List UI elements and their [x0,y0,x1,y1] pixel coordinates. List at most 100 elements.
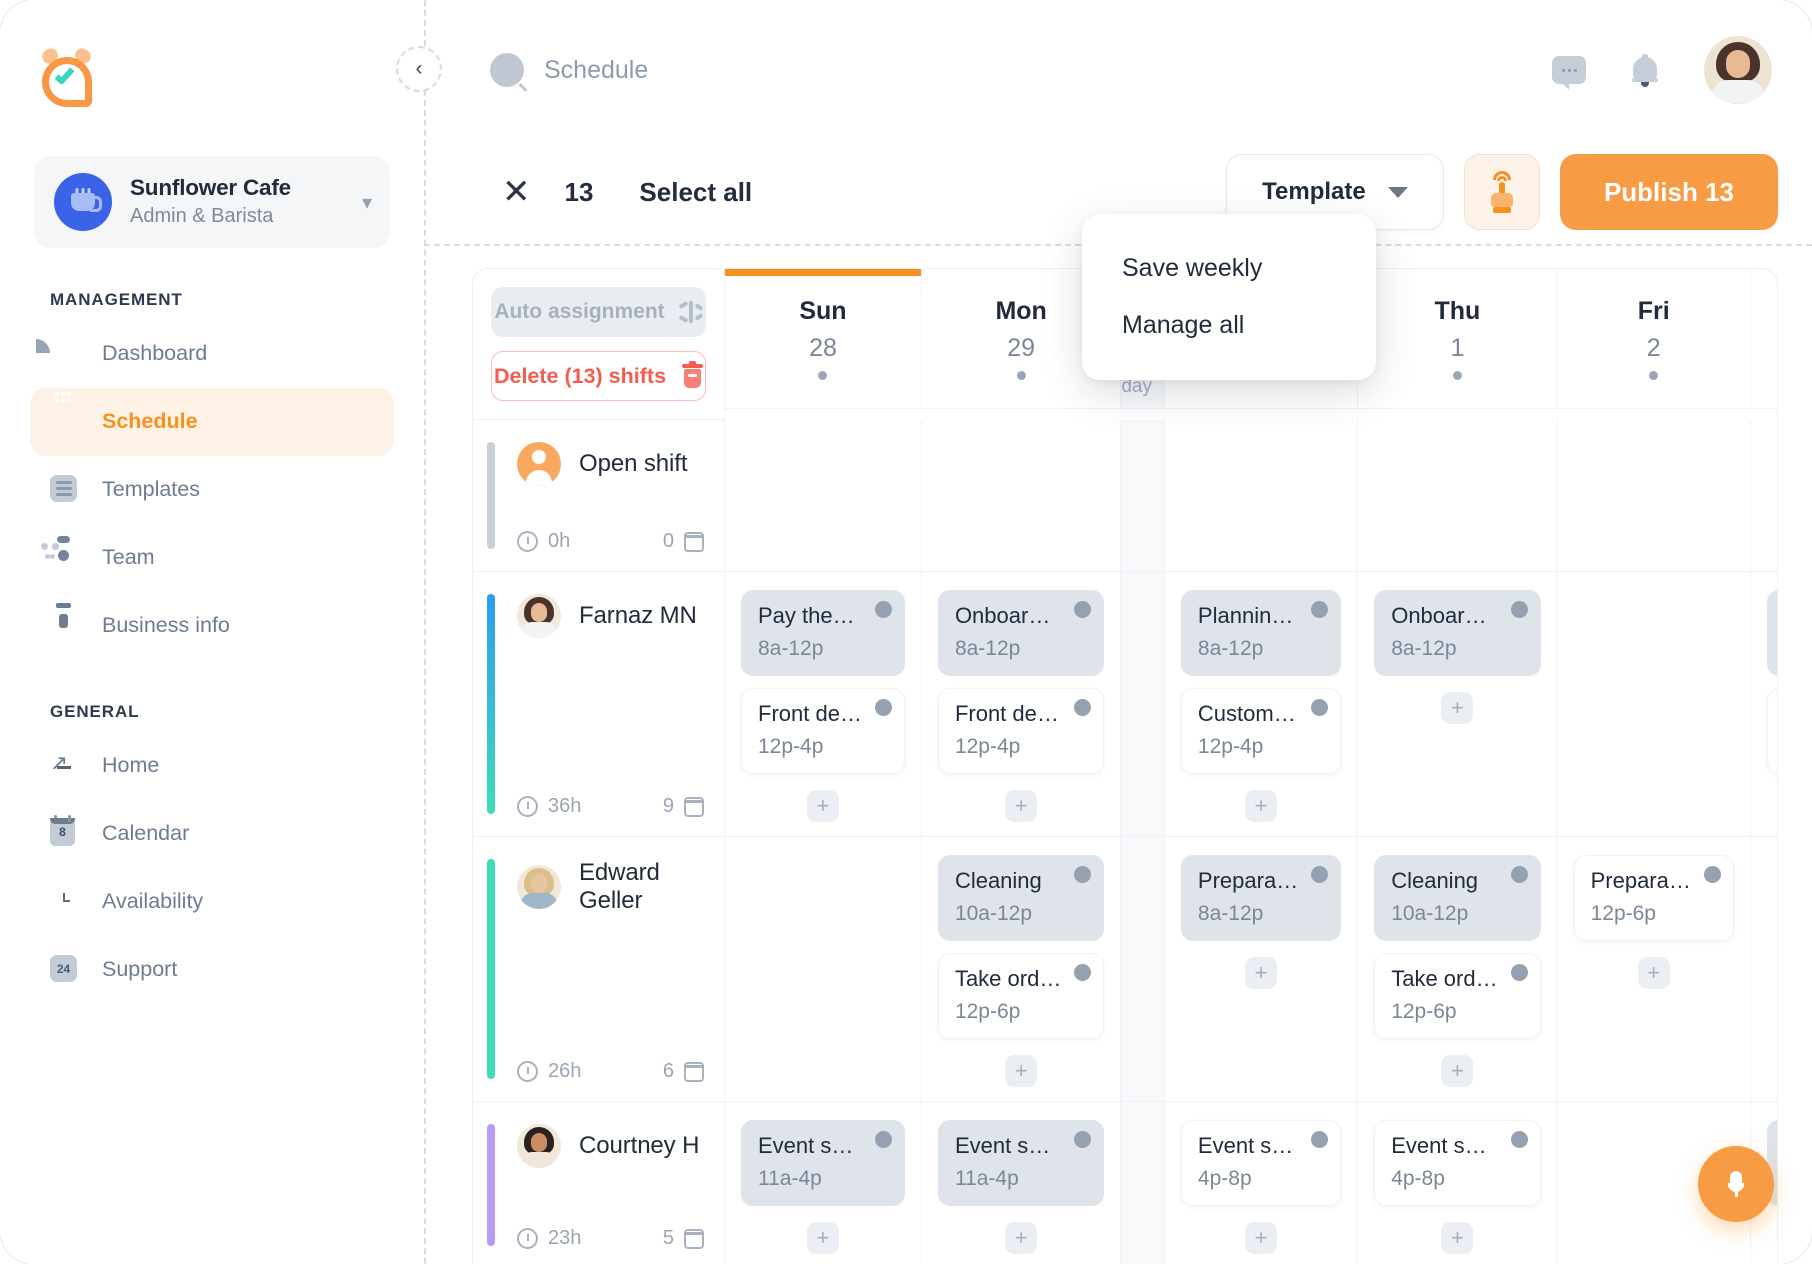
delete-shifts-button[interactable]: Delete (13) shifts [491,351,706,401]
schedule-cell[interactable]: Cleaning10a-12p Take ord…12p-6p + [1358,837,1557,1102]
tap-hand-button[interactable] [1464,154,1540,230]
schedule-cell[interactable] [1121,837,1165,1102]
shift-card[interactable]: Pay the…8a-12p [741,590,905,676]
shift-card[interactable]: Take ord…12p-6p [1374,953,1540,1039]
add-shift-button[interactable]: + [1005,790,1037,822]
add-shift-button[interactable]: + [807,1222,839,1254]
shift-status-badge [1704,866,1721,883]
day-number: 1 [1450,334,1464,363]
schedule-cell[interactable] [1751,420,1778,572]
shift-card[interactable]: Prepara…8a-12p [1181,855,1341,941]
employee-cell[interactable]: Farnaz MN36h9 [473,572,725,837]
shift-card[interactable]: Pay the…8a-12p [1767,590,1778,676]
sidebar-item-label: Dashboard [102,343,207,365]
add-shift-button[interactable]: + [1245,1222,1277,1254]
chevron-down-icon[interactable]: ▾ [362,190,372,215]
search-bar[interactable] [490,53,944,87]
employee-cell[interactable]: Courtney H23h5 [473,1102,725,1264]
schedule-cell[interactable] [1121,1102,1165,1264]
shift-time: 4p-8p [1391,1167,1523,1191]
auto-assignment-button[interactable]: Auto assignment [491,287,706,337]
shift-card[interactable]: Onboar…8a-12p [1374,590,1540,676]
calendar-icon [50,407,80,437]
schedule-cell[interactable]: Pay the…8a-12pDelegat…12p-4p+ [1751,572,1778,837]
sidebar-item-home[interactable]: Home [30,732,394,800]
add-shift-button[interactable]: + [1005,1222,1037,1254]
sidebar-item-schedule[interactable]: Schedule [30,388,394,456]
shift-card[interactable]: Custom…12p-4p [1181,688,1341,774]
shift-card[interactable]: Take ord…12p-6p [938,953,1104,1039]
shift-card[interactable]: Event s…4p-8p [1374,1120,1540,1206]
schedule-cell[interactable] [1121,572,1165,837]
schedule-cell[interactable] [725,420,922,572]
shift-card[interactable]: Event s…11a-4p [741,1120,905,1206]
add-shift-button[interactable]: + [1441,1222,1473,1254]
schedule-cell[interactable] [1165,420,1358,572]
sidebar-item-templates[interactable]: Templates [30,456,394,524]
employee-summary: 26h6 [493,1060,704,1083]
schedule-cell[interactable]: Onboar…8a-12p Front de…12p-4p + [922,572,1121,837]
employee-cell[interactable]: Edward Geller26h6 [473,837,725,1102]
sidebar-item-team[interactable]: Team [30,524,394,592]
menu-item-manage-all[interactable]: Manage all [1082,297,1376,354]
shift-card[interactable]: Plannin…8a-12p [1181,590,1341,676]
add-shift-button[interactable]: + [1441,692,1473,724]
sidebar-item-support[interactable]: 24 Support [30,936,394,1004]
sidebar-item-calendar[interactable]: 8 Calendar [30,800,394,868]
shift-card[interactable]: Prepara…12p-6p [1574,855,1734,941]
shift-card[interactable]: Front de…12p-4p [741,688,905,774]
schedule-cell[interactable] [1558,420,1751,572]
schedule-cell[interactable]: Plannin…8a-12p Custom…12p-4p + [1165,572,1358,837]
shift-card[interactable]: Event s…11a-4p [938,1120,1104,1206]
add-shift-button[interactable]: + [1638,957,1670,989]
schedule-cell[interactable]: Pay the…8a-12p Front de…12p-4p + [725,572,922,837]
shift-card[interactable]: Event s…4p-8p [1181,1120,1341,1206]
shift-card[interactable]: Onboar…8a-12p [938,590,1104,676]
voice-assistant-fab[interactable] [1698,1146,1774,1222]
select-all-button[interactable]: Select all [639,177,752,208]
schedule-cell[interactable] [922,420,1121,572]
add-shift-button[interactable]: + [1245,957,1277,989]
schedule-cell[interactable] [1358,420,1557,572]
avatar[interactable] [1704,36,1772,104]
schedule-cell[interactable]: Cleaning10a-12p Take ord…12p-6p + [922,837,1121,1102]
schedule-cell[interactable] [1121,420,1165,572]
day-header-sun[interactable]: Sun28 [725,269,922,409]
day-header-thu[interactable]: Thu1 [1358,269,1557,409]
chat-bubble-icon[interactable] [1552,56,1586,84]
schedule-cell[interactable]: Event s…11a-4p + [922,1102,1121,1264]
schedule-cell[interactable]: Onboar…8a-12p + [1358,572,1557,837]
shift-card[interactable]: Cleaning10a-12p [1374,855,1540,941]
add-shift-button[interactable]: + [1005,1055,1037,1087]
add-shift-button[interactable]: + [807,790,839,822]
schedule-cell[interactable]: Event s…4p-8p + [1165,1102,1358,1264]
org-switcher[interactable]: Sunflower Cafe Admin & Barista ▾ [34,156,390,248]
collapse-sidebar-button[interactable]: ‹ [396,46,442,92]
publish-button[interactable]: Publish 13 [1560,154,1778,230]
sidebar-item-business-info[interactable]: Business info [30,592,394,660]
add-shift-button[interactable]: + [1441,1055,1473,1087]
day-header-fri[interactable]: Fri2 [1558,269,1751,409]
schedule-cell[interactable] [725,837,922,1102]
search-input[interactable] [544,56,944,85]
shift-card[interactable]: Front de…12p-4p [938,688,1104,774]
employee-shift-count-value: 6 [663,1060,674,1083]
schedule-cell[interactable] [1558,572,1751,837]
sidebar-item-dashboard[interactable]: Dashboard [30,320,394,388]
schedule-cell[interactable]: Event s…11a-4p + [725,1102,922,1264]
schedule-cell[interactable]: Prepara…8a-12p + [1165,837,1358,1102]
sidebar-item-availability[interactable]: Availability [30,868,394,936]
shift-card[interactable]: Delegat…12p-4p [1767,688,1778,774]
schedule-cell[interactable]: Event s…4p-8p + [1358,1102,1557,1264]
bell-icon[interactable] [1630,54,1660,86]
menu-item-save-weekly[interactable]: Save weekly [1082,240,1376,297]
close-icon[interactable]: ✕ [502,175,531,209]
schedule-cell[interactable] [1751,837,1778,1102]
day-header-sat[interactable]: Sat3 [1751,269,1778,409]
shift-title: Front de… [955,701,1087,727]
app-logo-icon[interactable] [36,48,98,110]
add-shift-button[interactable]: + [1245,790,1277,822]
schedule-cell[interactable]: Prepara…12p-6p + [1558,837,1751,1102]
employee-cell[interactable]: Open shift0h0 [473,420,725,572]
shift-card[interactable]: Cleaning10a-12p [938,855,1104,941]
